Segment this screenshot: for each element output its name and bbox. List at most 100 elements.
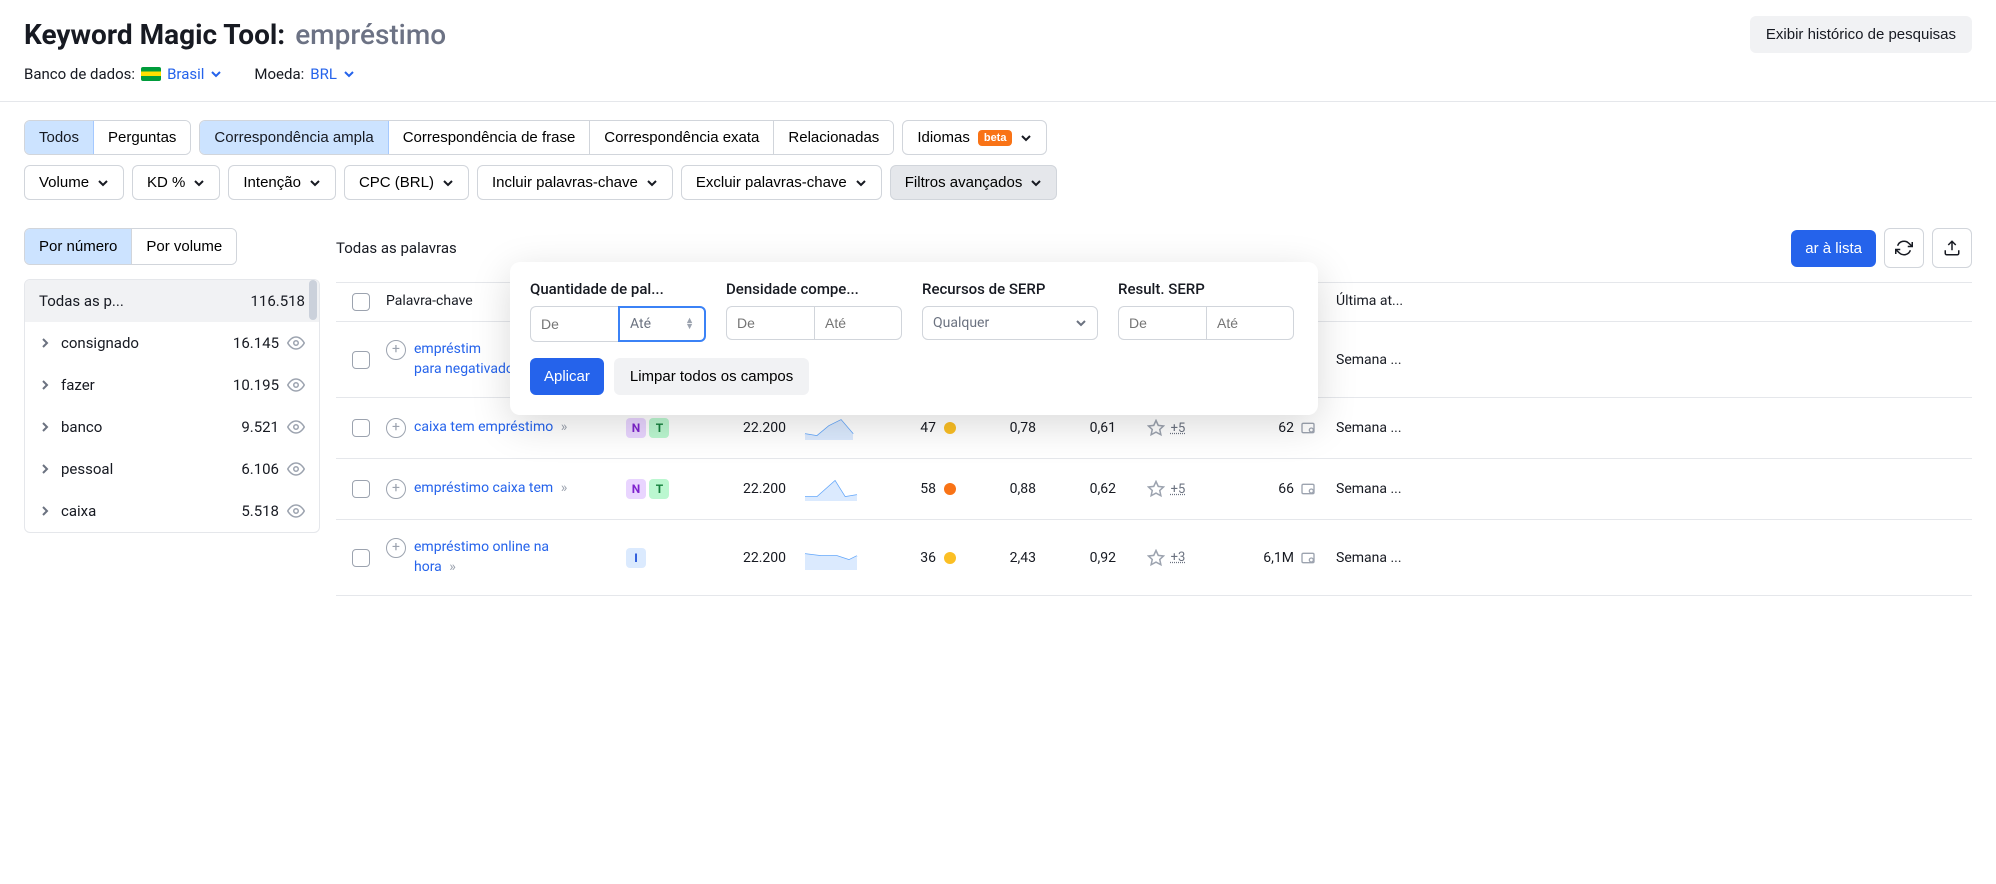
kd-indicator-dot xyxy=(944,422,956,434)
sidebar-item[interactable]: caixa 5.518 xyxy=(25,490,319,532)
beta-badge: beta xyxy=(978,130,1013,146)
star-icon[interactable] xyxy=(1147,549,1165,567)
expand-icon[interactable]: + xyxy=(386,418,406,438)
scrollbar-thumb[interactable] xyxy=(309,280,317,320)
serp-features-more[interactable]: +3 xyxy=(1171,550,1186,565)
chevron-down-icon xyxy=(442,177,454,189)
refresh-button[interactable] xyxy=(1884,228,1924,268)
filters-section: Todos Perguntas Correspondência ampla Co… xyxy=(0,102,1996,228)
serp-snapshot-icon[interactable] xyxy=(1300,420,1316,436)
toggle-by-number[interactable]: Por número xyxy=(25,229,132,264)
eye-icon[interactable] xyxy=(287,502,305,520)
sidebar-item[interactable]: consignado 16.145 xyxy=(25,322,319,364)
tab-phrase-match[interactable]: Correspondência de frase xyxy=(389,121,591,154)
eye-icon[interactable] xyxy=(287,376,305,394)
filter-intent[interactable]: Intenção xyxy=(228,165,336,200)
chevron-down-icon xyxy=(193,177,205,189)
chevron-down-icon xyxy=(343,68,355,80)
sidebar-item[interactable]: banco 9.521 xyxy=(25,406,319,448)
filter-include-keywords[interactable]: Incluir palavras-chave xyxy=(477,165,673,200)
sidebar-item[interactable]: pessoal 6.106 xyxy=(25,448,319,490)
serp-snapshot-icon[interactable] xyxy=(1300,481,1316,497)
eye-icon[interactable] xyxy=(287,460,305,478)
serp-features-more[interactable]: +5 xyxy=(1171,482,1186,497)
serp-results-from-input[interactable] xyxy=(1118,306,1206,340)
row-checkbox[interactable] xyxy=(352,419,370,437)
tab-related[interactable]: Relacionadas xyxy=(774,121,893,154)
filter-advanced[interactable]: Filtros avançados xyxy=(890,165,1058,200)
chevron-down-icon xyxy=(1030,177,1042,189)
serp-features-more[interactable]: +5 xyxy=(1171,421,1186,436)
comp-density-to-input[interactable] xyxy=(814,306,902,340)
comp-density-from-input[interactable] xyxy=(726,306,814,340)
word-count-from-input[interactable] xyxy=(530,306,618,342)
double-chevron-icon: » xyxy=(561,480,568,496)
clear-all-button[interactable]: Limpar todos os campos xyxy=(614,358,809,395)
chevron-down-icon xyxy=(210,68,222,80)
keyword-link[interactable]: + empréstimo online nahora » xyxy=(386,538,616,577)
tab-todos[interactable]: Todos xyxy=(25,121,94,154)
col-header-updated[interactable]: Última at... xyxy=(1316,293,1972,311)
title-keyword: empréstimo xyxy=(295,18,446,51)
word-count-to-input[interactable]: Até ▲▼ xyxy=(618,306,706,342)
table-row: + empréstimo caixa tem » N T 22.200 58 0… xyxy=(336,459,1972,520)
row-checkbox[interactable] xyxy=(352,549,370,567)
filter-kd[interactable]: KD % xyxy=(132,165,220,200)
apply-button[interactable]: Aplicar xyxy=(530,358,604,395)
serp-snapshot-icon[interactable] xyxy=(1300,550,1316,566)
flyout-label-serp-features: Recursos de SERP xyxy=(922,280,1102,298)
chevron-right-icon xyxy=(39,379,51,391)
tab-group-match: Correspondência ampla Correspondência de… xyxy=(199,120,894,155)
intent-badge-navigational: N xyxy=(626,479,646,499)
number-spinner-icon[interactable]: ▲▼ xyxy=(685,318,694,330)
export-button[interactable] xyxy=(1932,228,1972,268)
tab-broad-match[interactable]: Correspondência ampla xyxy=(200,121,388,154)
double-chevron-icon: » xyxy=(449,559,456,575)
add-to-list-button[interactable]: ar à lista xyxy=(1791,230,1876,267)
sidebar-list: Todas as p... 116.518 consignado 16.145 … xyxy=(24,279,320,533)
serp-results-to-input[interactable] xyxy=(1206,306,1294,340)
expand-icon[interactable]: + xyxy=(386,538,406,558)
tab-perguntas[interactable]: Perguntas xyxy=(94,121,190,154)
kd-indicator-dot xyxy=(944,552,956,564)
filter-volume[interactable]: Volume xyxy=(24,165,124,200)
chevron-down-icon xyxy=(646,177,658,189)
filter-cpc[interactable]: CPC (BRL) xyxy=(344,165,469,200)
keyword-link[interactable]: + caixa tem empréstimo » xyxy=(386,418,616,438)
kd-indicator-dot xyxy=(944,483,956,495)
trend-sparkline xyxy=(803,546,859,570)
filter-exclude-keywords[interactable]: Excluir palavras-chave xyxy=(681,165,882,200)
chevron-right-icon xyxy=(39,337,51,349)
header-all-keywords: Todas as palavras xyxy=(336,239,457,257)
history-button[interactable]: Exibir histórico de pesquisas xyxy=(1750,16,1972,53)
eye-icon[interactable] xyxy=(287,418,305,436)
row-checkbox[interactable] xyxy=(352,351,370,369)
sidebar: Por número Por volume Todas as p... 116.… xyxy=(24,228,320,596)
tab-exact-match[interactable]: Correspondência exata xyxy=(590,121,774,154)
double-chevron-icon: » xyxy=(561,419,568,435)
trend-sparkline xyxy=(803,477,859,501)
table-row: + empréstimo online nahora » I 22.200 36… xyxy=(336,520,1972,596)
chevron-down-icon xyxy=(1075,317,1087,329)
expand-icon[interactable]: + xyxy=(386,479,406,499)
chevron-right-icon xyxy=(39,421,51,433)
sidebar-item[interactable]: fazer 10.195 xyxy=(25,364,319,406)
keyword-link[interactable]: + empréstimo caixa tem » xyxy=(386,479,616,499)
serp-features-select[interactable]: Qualquer xyxy=(922,306,1098,340)
select-all-checkbox[interactable] xyxy=(352,293,370,311)
main-panel: Todas as palavras ar à lista Palavra-cha… xyxy=(336,228,1972,596)
database-selector[interactable]: Banco de dados: Brasil xyxy=(24,65,222,83)
intent-badge-informational: I xyxy=(626,548,646,568)
languages-dropdown[interactable]: Idiomas beta xyxy=(902,120,1047,155)
intent-badge-navigational: N xyxy=(626,418,646,438)
intent-badge-transactional: T xyxy=(649,479,669,499)
star-icon[interactable] xyxy=(1147,480,1165,498)
currency-selector[interactable]: Moeda: BRL xyxy=(254,65,355,83)
expand-icon[interactable]: + xyxy=(386,340,406,360)
toggle-by-volume[interactable]: Por volume xyxy=(132,229,236,264)
sidebar-item-all[interactable]: Todas as p... 116.518 xyxy=(25,280,319,322)
row-checkbox[interactable] xyxy=(352,480,370,498)
star-icon[interactable] xyxy=(1147,419,1165,437)
eye-icon[interactable] xyxy=(287,334,305,352)
flyout-label-serp-results: Result. SERP xyxy=(1118,280,1298,298)
